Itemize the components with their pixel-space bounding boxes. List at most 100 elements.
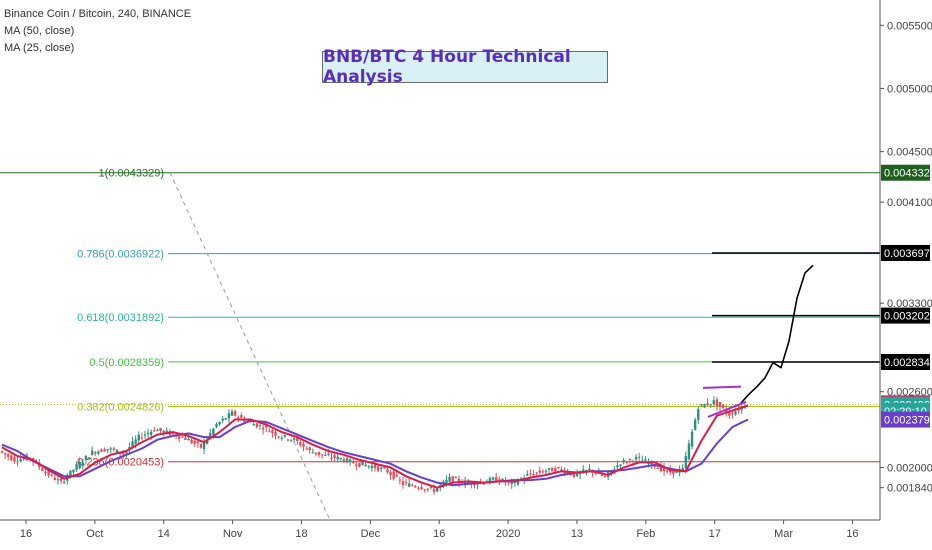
candle-body — [255, 423, 259, 428]
candle-body — [544, 471, 548, 473]
candle-body — [345, 458, 349, 463]
fibonacci-retracement[interactable]: 1(0.0043329) 0.786(0.0036922) 0.618(0.0031… — [0, 168, 880, 521]
candle-body — [330, 457, 333, 459]
resistance-trendline — [702, 385, 742, 389]
candle-body — [215, 423, 218, 427]
candle-body — [56, 479, 60, 481]
y-tick-label: 0.0041000 — [887, 197, 932, 209]
candle-body — [538, 470, 541, 473]
candle-body — [376, 466, 380, 471]
candle-body — [734, 411, 737, 415]
candle-body — [134, 439, 137, 444]
ma25-label[interactable]: MA (25, close) — [4, 40, 191, 57]
price-tag-text: 0.0028348 — [884, 357, 932, 369]
fib-label: 0.382(0.0024826) — [77, 401, 164, 413]
candle-body — [13, 457, 16, 462]
candle-body — [106, 448, 109, 450]
candle-body — [417, 487, 420, 489]
candle-body — [554, 468, 557, 472]
candle-body — [19, 459, 22, 462]
candle-body — [432, 488, 436, 492]
candle-body — [532, 473, 535, 476]
candle-body — [622, 460, 625, 462]
candle-body — [392, 471, 395, 479]
candle-body — [100, 449, 103, 452]
candle-body — [560, 469, 563, 471]
candle-body — [311, 452, 315, 454]
x-tick-label: Mar — [774, 528, 793, 540]
candle-body — [156, 430, 159, 432]
candle-body — [557, 466, 560, 468]
candle-body — [0, 451, 4, 453]
candle-body — [150, 431, 153, 435]
candle-body — [140, 437, 144, 439]
candle-body — [690, 431, 694, 447]
price-tag-text: 0.0036977 — [884, 248, 932, 260]
candle-body — [159, 427, 162, 432]
drawings[interactable] — [702, 252, 880, 418]
candle-body — [395, 474, 398, 477]
candle-body — [491, 477, 495, 480]
annotation-title: BNB/BTC 4 Hour Technical Analysis — [323, 47, 571, 87]
annotation-title-box[interactable]: BNB/BTC 4 Hour Technical Analysis — [322, 47, 608, 87]
candle-body — [526, 473, 529, 476]
candle-body — [84, 455, 88, 460]
candle-body — [547, 468, 551, 470]
candle-body — [445, 479, 448, 484]
candle-body — [103, 449, 106, 452]
candle-body — [227, 413, 231, 419]
candle-body — [715, 399, 719, 407]
candle-body — [218, 421, 221, 425]
candle-body — [10, 455, 13, 461]
candle-body — [212, 428, 215, 435]
candle-body — [600, 474, 604, 476]
candle-body — [709, 404, 712, 406]
candle-body — [299, 442, 302, 446]
ma50-label[interactable]: MA (50, close) — [4, 23, 191, 40]
fib-label: 0.618(0.0031892) — [77, 312, 164, 324]
fib-label: 1(0.0043329) — [99, 168, 164, 180]
candle-body — [342, 459, 346, 462]
candle-body — [638, 456, 641, 458]
candle-body — [314, 452, 318, 455]
candle-body — [280, 437, 283, 439]
candle-body — [97, 451, 100, 454]
candle-body — [240, 415, 243, 418]
candle-body — [72, 469, 75, 473]
candle-body — [230, 411, 234, 416]
candle-body — [252, 424, 255, 426]
candle-body — [364, 464, 367, 467]
candle-body — [588, 468, 591, 471]
candle-body — [78, 461, 81, 469]
candle-body — [277, 436, 280, 438]
candle-body — [327, 453, 330, 456]
x-tick-label: 16 — [433, 528, 445, 540]
y-tick-label: 0.0055000 — [887, 20, 932, 32]
price-tag-text: 0.0032021 — [884, 311, 932, 323]
x-tick-label: Nov — [223, 528, 243, 540]
candle-body — [420, 487, 423, 490]
candle-body — [137, 434, 140, 441]
candle-body — [625, 461, 628, 463]
candle-body — [550, 467, 554, 472]
candle-body — [177, 436, 181, 439]
candle-body — [109, 448, 112, 450]
candle-body — [271, 429, 274, 433]
candle-body — [94, 452, 97, 454]
candle-body — [53, 477, 57, 480]
y-tick-label: 0.0045000 — [887, 147, 932, 159]
price-tag-text: 0.0023791 — [884, 415, 932, 427]
candle-body — [386, 469, 389, 473]
candle-body — [712, 400, 716, 404]
candle-body — [401, 481, 405, 485]
symbol-label[interactable]: Binance Coin / Bitcoin, 240, BINANCE — [4, 6, 191, 23]
x-tick-label: 16 — [20, 528, 32, 540]
candle-body — [233, 411, 237, 416]
candle-body — [380, 467, 383, 469]
x-tick-label: 2020 — [496, 528, 520, 540]
candle-body — [258, 425, 262, 427]
candle-body — [656, 467, 660, 469]
candle-body — [367, 465, 370, 467]
fib-label: 0.786(0.0036922) — [77, 249, 164, 261]
candle-body — [706, 403, 709, 406]
